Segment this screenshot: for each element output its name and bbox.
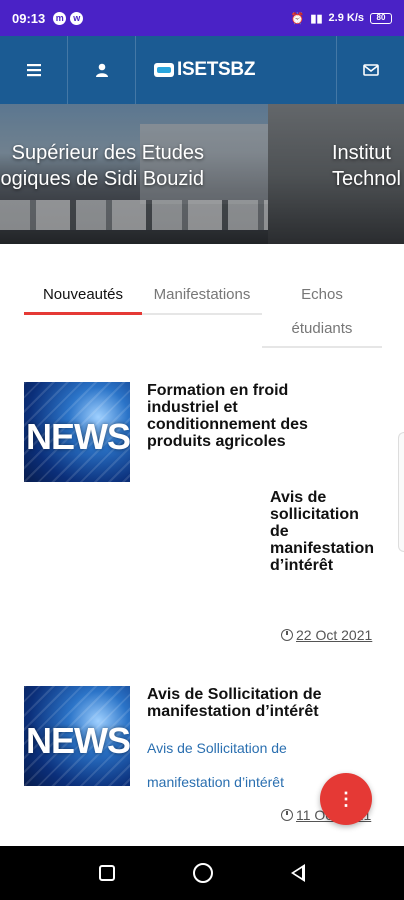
menu-button[interactable] xyxy=(0,36,68,104)
system-nav-bar xyxy=(0,846,404,900)
news-tabs: Nouveautés Manifestations Echos étudiant… xyxy=(24,276,384,356)
news-thumbnail-text: NEWS xyxy=(26,416,130,457)
status-right: ⏰ ▮▮ 2.9 K/s 80 xyxy=(291,12,392,25)
hero-slide-2[interactable]: Institut Technol xyxy=(268,104,404,244)
kebab-icon: ⋮ xyxy=(337,788,355,809)
back-button[interactable] xyxy=(291,864,305,882)
user-button[interactable] xyxy=(68,36,136,104)
tab-echos-line-2: étudiants xyxy=(291,320,353,337)
tab-echos-etudiants[interactable]: Echos étudiants xyxy=(262,278,382,346)
tab-nouveautes[interactable]: Nouveautés xyxy=(24,286,142,303)
network-speed: 2.9 K/s xyxy=(328,12,364,24)
side-drawer-handle[interactable] xyxy=(398,432,404,552)
news-link[interactable]: Avis de Sollicitation de manifestation d… xyxy=(147,731,347,799)
news-title-line: Avis de Sollicitation de xyxy=(147,686,322,703)
news-thumbnail[interactable]: NEWS xyxy=(24,686,130,786)
news-title-line: industriel et xyxy=(147,399,238,416)
news-title[interactable]: Avis de Sollicitation de manifestation d… xyxy=(147,686,383,720)
hero-caption-1: Supérieur des Etudes ogiques de Sidi Bou… xyxy=(1,140,204,192)
news-thumbnail[interactable]: NEWS xyxy=(24,382,130,482)
news-date: 22 Oct 2021 xyxy=(281,627,372,643)
news-subtitle-line: d’intérêt xyxy=(270,557,334,574)
news-title-line: Formation en froid xyxy=(147,382,289,399)
app-bar: ISETSBZ xyxy=(0,36,404,104)
news-subtitle-line: sollicitation xyxy=(270,506,359,523)
notification-icons: m w xyxy=(53,11,84,25)
news-link-line: manifestation d’intérêt xyxy=(147,774,284,790)
news-subtitle-line: Avis de xyxy=(270,489,327,506)
status-time: 09:13 xyxy=(12,10,46,26)
news-link-line: Avis de Sollicitation de xyxy=(147,740,287,756)
logo-text: ISETSBZ xyxy=(177,59,256,80)
signal-icon: ▮▮ xyxy=(310,12,323,25)
alarm-icon: ⏰ xyxy=(290,12,305,25)
clock-icon xyxy=(281,629,293,641)
more-options-button[interactable]: ⋮ xyxy=(320,773,372,825)
hero-slide-1[interactable]: Supérieur des Etudes ogiques de Sidi Bou… xyxy=(0,104,268,244)
news-item[interactable]: NEWS Formation en froid industriel et co… xyxy=(24,382,384,654)
hero-carousel[interactable]: Supérieur des Etudes ogiques de Sidi Bou… xyxy=(0,104,404,244)
news-subtitle[interactable]: Avis de sollicitation de manifestation d… xyxy=(270,489,394,574)
news-thumbnail-text: NEWS xyxy=(26,720,130,761)
news-date-text: 22 Oct 2021 xyxy=(296,627,373,643)
envelope-icon xyxy=(362,64,379,76)
news-title-line: conditionnement des xyxy=(147,416,308,433)
news-subtitle-line: manifestation xyxy=(270,540,375,557)
user-icon xyxy=(95,63,108,77)
battery-icon: 80 xyxy=(370,12,392,24)
logo[interactable]: ISETSBZ xyxy=(136,36,336,104)
news-title[interactable]: Formation en froid industriel et conditi… xyxy=(147,382,383,450)
news-subtitle-line: de xyxy=(270,523,289,540)
recent-apps-button[interactable] xyxy=(99,865,115,881)
hero-caption-2-line-1: Institut xyxy=(332,142,391,164)
home-button[interactable] xyxy=(193,863,213,883)
news-title-line: produits agricoles xyxy=(147,433,286,450)
hero-caption-2-line-2: Technol xyxy=(332,168,401,190)
hero-caption-1-line-1: Supérieur des Etudes xyxy=(11,142,204,164)
status-bar: 09:13 m w ⏰ ▮▮ 2.9 K/s 80 xyxy=(0,0,404,36)
mail-button[interactable] xyxy=(336,36,404,104)
hero-caption-2: Institut Technol xyxy=(332,140,401,192)
tab-echos-line-1: Echos xyxy=(301,286,343,303)
tab-divider xyxy=(262,346,382,348)
logo-icon xyxy=(154,63,174,77)
hero-caption-1-line-2: ogiques de Sidi Bouzid xyxy=(0,168,204,190)
whatsapp-icon: w xyxy=(70,11,84,25)
active-tab-indicator xyxy=(24,312,142,315)
messenger-icon: m xyxy=(53,11,67,25)
tab-divider xyxy=(142,313,262,315)
hamburger-icon xyxy=(26,64,41,77)
clock-icon xyxy=(281,809,293,821)
tab-manifestations[interactable]: Manifestations xyxy=(142,286,262,303)
news-title-line: manifestation d’intérêt xyxy=(147,703,319,720)
